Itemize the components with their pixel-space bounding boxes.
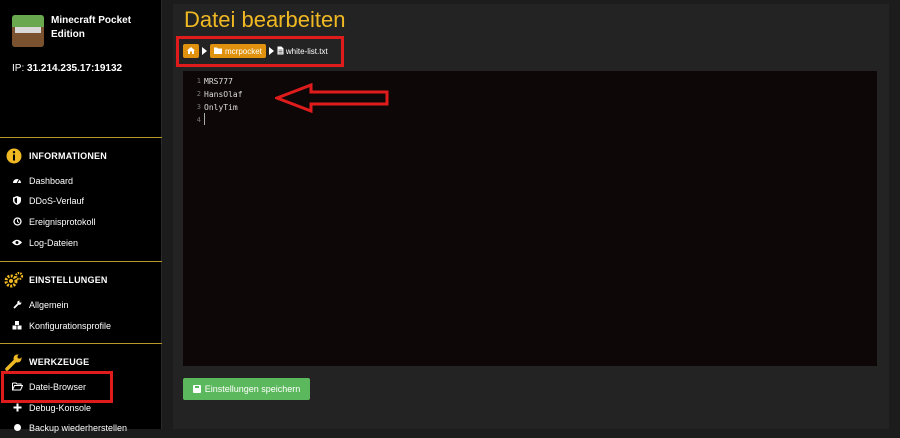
server-ip: IP: 31.214.235.17:19132	[12, 63, 122, 74]
backup-icon	[12, 423, 22, 434]
editor-line[interactable]: HansOlaf	[204, 88, 243, 101]
line-number: 2	[196, 90, 201, 98]
sidebar: Minecraft Pocket Edition IP: 31.214.235.…	[0, 0, 162, 433]
section-label: EINSTELLUNGEN	[29, 274, 108, 285]
text-cursor	[204, 113, 205, 125]
sidebar-item-backup-wiederherstellen[interactable]: Backup wiederherstellen	[0, 418, 162, 438]
cubes-icon	[12, 320, 22, 332]
save-settings-button[interactable]: Einstellungen speichern	[183, 378, 310, 400]
sidebar-item-label: Konfigurationsprofile	[29, 321, 112, 331]
shield-icon	[12, 195, 22, 207]
line-number: 1	[196, 77, 201, 85]
page-title: Datei bearbeiten	[184, 7, 346, 32]
server-ip-value: 31.214.235.17:19132	[27, 63, 123, 74]
server-logo	[12, 15, 44, 47]
section-header-einstellungen: EINSTELLUNGEN	[0, 261, 162, 297]
sidebar-item-ddos-verlauf[interactable]: DDoS-Verlauf	[0, 191, 162, 211]
wrench-icon	[12, 300, 22, 311]
section-label: INFORMATIONEN	[29, 150, 107, 161]
sidebar-item-label: Dashboard	[29, 176, 74, 186]
section-header-informationen: INFORMATIONEN	[0, 137, 162, 173]
sidebar-item-label: Allgemein	[29, 300, 69, 310]
wrench-icon	[3, 352, 25, 372]
code-editor[interactable]: 1 2 3 4 MRS777 HansOlaf OnlyTim	[183, 71, 877, 366]
cogs-icon	[3, 270, 25, 290]
dashboard-icon	[12, 176, 22, 186]
info-icon	[3, 146, 25, 166]
save-icon	[192, 385, 201, 393]
editor-gutter: 1 2 3 4	[183, 75, 203, 127]
sidebar-item-label: Backup wiederherstellen	[29, 423, 128, 433]
editor-line[interactable]: OnlyTim	[204, 101, 243, 114]
highlight-box-breadcrumb	[176, 36, 344, 67]
server-name: Minecraft Pocket Edition	[51, 15, 132, 40]
save-settings-label: Einstellungen speichern	[204, 384, 301, 394]
sidebar-item-ereignisprotokoll[interactable]: Ereignisprotokoll	[0, 212, 162, 232]
editor-content[interactable]: MRS777 HansOlaf OnlyTim	[204, 75, 243, 127]
highlight-box-datei-browser	[1, 371, 113, 403]
sidebar-item-konfigurationsprofile[interactable]: Konfigurationsprofile	[0, 316, 162, 336]
sidebar-item-log-dateien[interactable]: Log-Dateien	[0, 233, 162, 253]
sidebar-item-label: DDoS-Verlauf	[29, 196, 85, 206]
eye-icon	[12, 238, 22, 248]
server-info: Minecraft Pocket Edition IP: 31.214.235.…	[0, 0, 162, 137]
sidebar-item-dashboard[interactable]: Dashboard	[0, 171, 162, 191]
section-label: WERKZEUGE	[29, 356, 90, 367]
annotation-arrow-icon	[275, 83, 389, 113]
line-number: 3	[196, 103, 201, 111]
editor-line[interactable]	[204, 114, 243, 127]
sidebar-item-label: Ereignisprotokoll	[29, 217, 96, 227]
server-ip-label: IP:	[12, 63, 25, 74]
plus-icon	[12, 403, 22, 414]
main-panel: Datei bearbeiten mcrpocket white-list.tx…	[173, 4, 889, 429]
line-number: 4	[196, 116, 201, 124]
sidebar-item-label: Debug-Konsole	[29, 403, 92, 413]
sidebar-item-label: Log-Dateien	[29, 238, 79, 248]
sidebar-item-allgemein[interactable]: Allgemein	[0, 295, 162, 315]
editor-line[interactable]: MRS777	[204, 75, 243, 88]
history-icon	[12, 216, 22, 228]
